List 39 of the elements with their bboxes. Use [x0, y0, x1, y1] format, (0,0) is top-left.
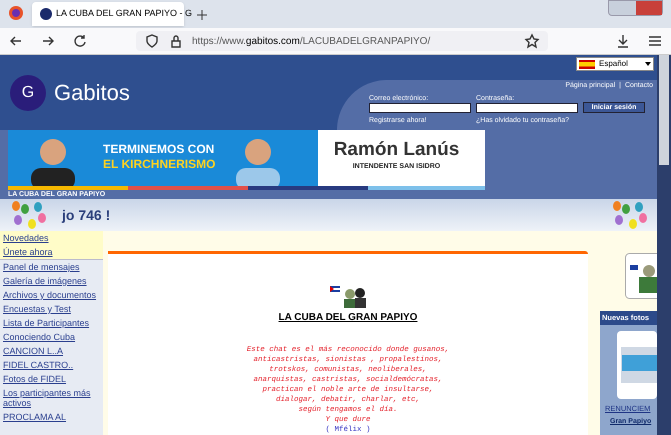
sidebar-item[interactable]: Encuestas y Test [0, 302, 103, 316]
tab-title: LA CUBA DEL GRAN PAPIYO - G [56, 7, 192, 20]
sidebar-item[interactable]: Únete ahora [0, 245, 103, 260]
sidebar-item[interactable]: Novedades [0, 231, 103, 245]
banner-text: jo 746 ! [62, 206, 110, 225]
new-tab-icon[interactable] [196, 9, 208, 21]
shield-icon[interactable] [144, 33, 160, 49]
main-title: LA CUBA DEL GRAN PAPIYO [278, 311, 418, 325]
figures-icon [328, 284, 368, 308]
scrollbar[interactable] [657, 55, 671, 435]
browser-logo-icon[interactable] [8, 5, 24, 21]
sidebar-item[interactable]: Galería de imágenes [0, 274, 103, 288]
sidebar-item[interactable]: Los participantes más activos [0, 386, 103, 410]
ad-name: Ramón Lanús [334, 138, 460, 162]
url-text: https://www.gabitos.com/LACUBADELGRANPAPIYO/ [192, 34, 430, 48]
flag-icon [579, 60, 595, 68]
sidebar-item[interactable]: PROCLAMA AL [0, 410, 103, 424]
figure-icon [625, 253, 657, 299]
reload-icon[interactable] [72, 33, 88, 49]
sidebar-item[interactable]: Fotos de FIDEL [0, 372, 103, 386]
sidebar-item[interactable]: Archivos y documentos [0, 288, 103, 302]
star-icon[interactable] [524, 33, 540, 49]
site-name: Gabitos [54, 79, 130, 107]
sidebar-item[interactable]: Lista de Participantes [0, 316, 103, 330]
ad-headline: TERMINEMOS CON [103, 142, 216, 157]
window-controls[interactable] [608, 0, 663, 16]
caret-icon [645, 62, 651, 66]
sidebar-item[interactable]: FIDEL CASTRO.. [0, 358, 103, 372]
language-select[interactable]: Español [576, 57, 654, 71]
favicon-icon [40, 8, 52, 20]
address-bar[interactable]: https://www.gabitos.com/LACUBADELGRANPAPIYO/ [136, 31, 548, 51]
sidebar-item[interactable]: Panel de mensajes [0, 260, 103, 274]
ad-headline: EL KIRCHNERISMO [103, 157, 216, 172]
sidebar-item[interactable]: CANCION L..A [0, 344, 103, 358]
email-field[interactable] [369, 103, 471, 113]
sidebar-item[interactable]: Conociendo Cuba [0, 330, 103, 344]
logo-icon: G [10, 74, 46, 110]
download-icon[interactable] [615, 33, 631, 49]
password-field[interactable] [476, 103, 578, 113]
